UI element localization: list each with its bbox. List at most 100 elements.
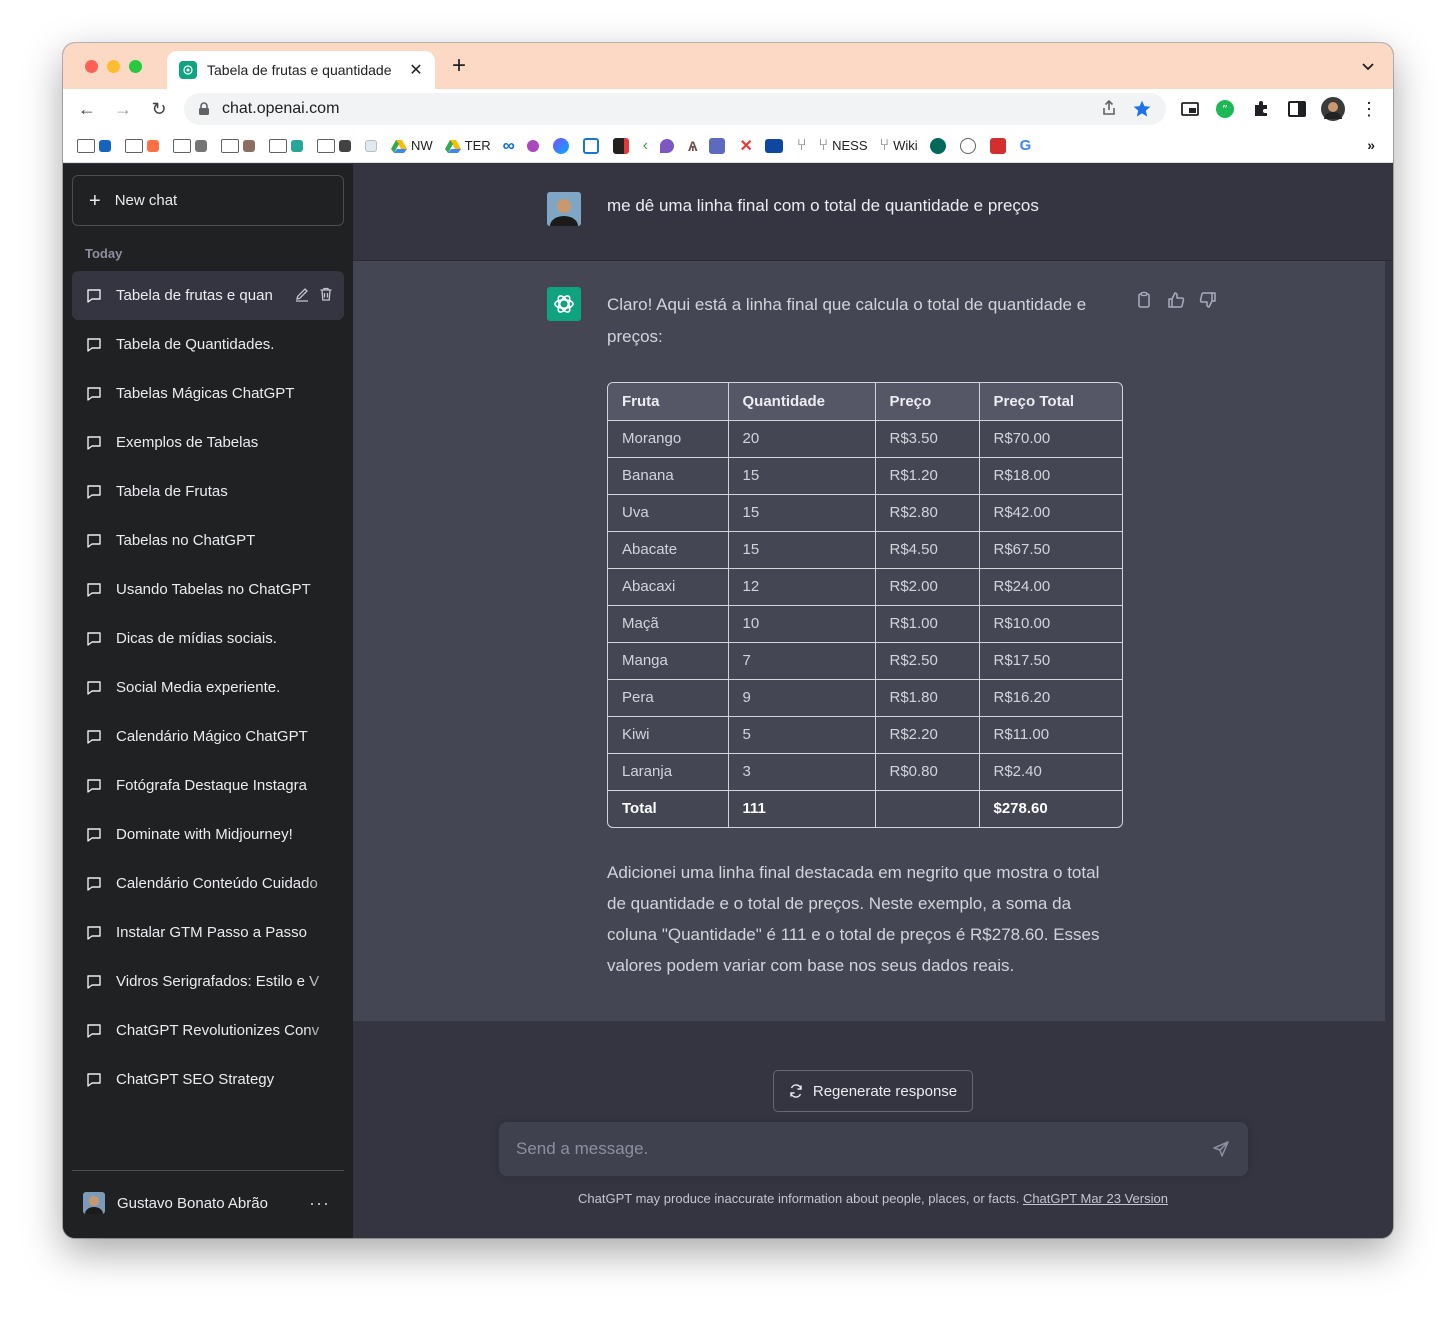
- divider: [72, 1170, 344, 1171]
- new-tab-button[interactable]: +: [447, 54, 471, 79]
- sidebar-chat-item[interactable]: Tabelas no ChatGPT: [72, 516, 344, 565]
- bookmark-favicon-icon[interactable]: [552, 135, 571, 157]
- bookmark-favicon-icon[interactable]: [764, 135, 785, 157]
- message-input[interactable]: [516, 1139, 1196, 1159]
- user-menu-button[interactable]: Gustavo Bonato Abrão ···: [72, 1180, 344, 1226]
- bookmark-nw[interactable]: NW: [391, 135, 433, 157]
- sidebar-chat-item[interactable]: Exemplos de Tabelas: [72, 418, 344, 467]
- sidebar-chat-label: Tabela de frutas e quan: [116, 287, 273, 304]
- bookmark-folder[interactable]: [317, 135, 353, 157]
- bookmark-favicon-icon[interactable]: [365, 135, 379, 157]
- table-cell: Banana: [608, 457, 729, 495]
- sidebar-chat-item[interactable]: Tabela de Quantidades.: [72, 320, 344, 369]
- disclaimer: ChatGPT may produce inaccurate informati…: [353, 1191, 1393, 1206]
- forward-arrow-icon[interactable]: →: [112, 98, 134, 120]
- regenerate-button[interactable]: Regenerate response: [773, 1070, 973, 1112]
- bookmark-favicon-icon[interactable]: [660, 135, 676, 157]
- version-link[interactable]: ChatGPT Mar 23 Version: [1023, 1191, 1168, 1206]
- sidebar-chat-item[interactable]: Social Media experiente.: [72, 663, 344, 712]
- close-x-icon[interactable]: ✕: [739, 135, 752, 157]
- bookmark-folder[interactable]: [269, 135, 305, 157]
- bookmark-favicon-icon[interactable]: [582, 135, 601, 157]
- google-icon[interactable]: G: [1020, 135, 1032, 157]
- sidebar-chat-item[interactable]: Calendário Mágico ChatGPT: [72, 712, 344, 761]
- branch-icon[interactable]: ⑂: [797, 135, 807, 157]
- bookmark-favicon-icon[interactable]: Ѧ: [688, 135, 697, 157]
- sidebar-chat-item[interactable]: Tabela de frutas e quan: [72, 271, 344, 320]
- bookmark-favicon-icon[interactable]: ‹: [643, 135, 648, 157]
- share-icon[interactable]: [1100, 99, 1118, 124]
- profile-avatar[interactable]: [1321, 97, 1345, 121]
- bookmark-folder[interactable]: [173, 135, 209, 157]
- new-chat-button[interactable]: + New chat: [72, 175, 344, 226]
- sidebar-chat-item[interactable]: Usando Tabelas no ChatGPT: [72, 565, 344, 614]
- side-panel-icon[interactable]: [1285, 97, 1309, 121]
- sidebar-chat-item[interactable]: Fotógrafa Destaque Instagra: [72, 761, 344, 810]
- bookmark-ter[interactable]: TER: [444, 135, 491, 157]
- active-tab[interactable]: Tabela de frutas e quantidade ✕: [167, 51, 435, 89]
- meta-icon[interactable]: ∞: [503, 135, 515, 157]
- table-cell: 3: [728, 753, 876, 791]
- bookmark-folder[interactable]: [77, 135, 113, 157]
- table-total-row: Total 111 $278.60: [608, 790, 1122, 827]
- table-cell: $278.60: [993, 800, 1048, 818]
- close-window-button[interactable]: [85, 60, 98, 73]
- thumbs-down-icon[interactable]: [1199, 291, 1217, 309]
- fade-overlay: [304, 663, 344, 712]
- folder-icon: [221, 138, 239, 153]
- chat-actions: [294, 286, 334, 306]
- send-icon[interactable]: [1212, 1140, 1230, 1158]
- bookmark-favicon-icon[interactable]: [526, 135, 541, 157]
- table-header: Preço: [875, 383, 980, 421]
- sidebar-chat-item[interactable]: Instalar GTM Passo a Passo: [72, 908, 344, 957]
- table-cell: R$70.00: [979, 420, 1122, 458]
- sidebar-chat-item[interactable]: Tabelas Mágicas ChatGPT: [72, 369, 344, 418]
- picture-in-picture-icon[interactable]: [1178, 97, 1202, 121]
- bookmark-wiki[interactable]: ⑂ Wiki: [880, 135, 918, 157]
- sidebar-chat-item[interactable]: Dominate with Midjourney!: [72, 810, 344, 859]
- bookmark-favicon-icon[interactable]: [709, 135, 727, 157]
- minimize-window-button[interactable]: [107, 60, 120, 73]
- zoom-window-button[interactable]: [129, 60, 142, 73]
- chat-bubble-icon: [86, 974, 102, 990]
- fade-overlay: [304, 957, 344, 1006]
- browser-menu-icon[interactable]: ⋮: [1357, 97, 1381, 121]
- thumbs-up-icon[interactable]: [1167, 291, 1185, 309]
- extensions-puzzle-icon[interactable]: [1249, 97, 1273, 121]
- sidebar-chat-item[interactable]: Dicas de mídias sociais.: [72, 614, 344, 663]
- table-cell: Manga: [608, 642, 729, 680]
- bookmarks-overflow-button[interactable]: »: [1367, 137, 1375, 153]
- browser-window: Tabela de frutas e quantidade ✕ + ← → ↻ …: [63, 43, 1393, 1238]
- table-cell: Pera: [608, 679, 729, 717]
- back-arrow-icon[interactable]: ←: [76, 98, 98, 120]
- svg-text:”: ”: [1222, 103, 1228, 116]
- bookmark-favicon-icon[interactable]: [989, 135, 1008, 157]
- bookmark-favicon-icon: [339, 139, 351, 152]
- fade-overlay: [304, 859, 344, 908]
- tab-close-icon[interactable]: ✕: [407, 60, 425, 80]
- sidebar-chat-item[interactable]: Calendário Conteúdo Cuidado: [72, 859, 344, 908]
- bookmark-favicon-icon[interactable]: [959, 135, 978, 157]
- bookmark-ness[interactable]: ⑂ NESS: [818, 135, 867, 157]
- bookmark-favicon-icon[interactable]: [612, 135, 631, 157]
- edit-icon[interactable]: [294, 286, 310, 306]
- bookmark-folder[interactable]: [221, 135, 257, 157]
- table-cell: 111: [728, 790, 876, 827]
- address-bar[interactable]: chat.openai.com: [184, 93, 1166, 125]
- sidebar-chat-item[interactable]: ChatGPT SEO Strategy: [72, 1055, 344, 1104]
- extension-quote-icon[interactable]: ”: [1213, 97, 1237, 121]
- more-icon[interactable]: ···: [309, 1193, 330, 1214]
- bookmark-favicon-icon[interactable]: [929, 135, 948, 157]
- sidebar-chat-item[interactable]: ChatGPT Revolutionizes Conv: [72, 1006, 344, 1055]
- chevron-down-icon[interactable]: [1361, 59, 1375, 73]
- trash-icon[interactable]: [318, 286, 334, 306]
- sidebar-chat-item[interactable]: Tabela de Frutas: [72, 467, 344, 516]
- copy-icon[interactable]: [1135, 291, 1153, 309]
- bookmark-folder[interactable]: [125, 135, 161, 157]
- user-message-text: me dê uma linha final com o total de qua…: [607, 196, 1039, 215]
- sidebar-chat-item[interactable]: Vidros Serigrafados: Estilo e V: [72, 957, 344, 1006]
- reload-icon[interactable]: ↻: [148, 98, 170, 120]
- fade-overlay: [304, 418, 344, 467]
- star-icon[interactable]: [1132, 99, 1152, 124]
- scrollbar[interactable]: [1385, 261, 1393, 1022]
